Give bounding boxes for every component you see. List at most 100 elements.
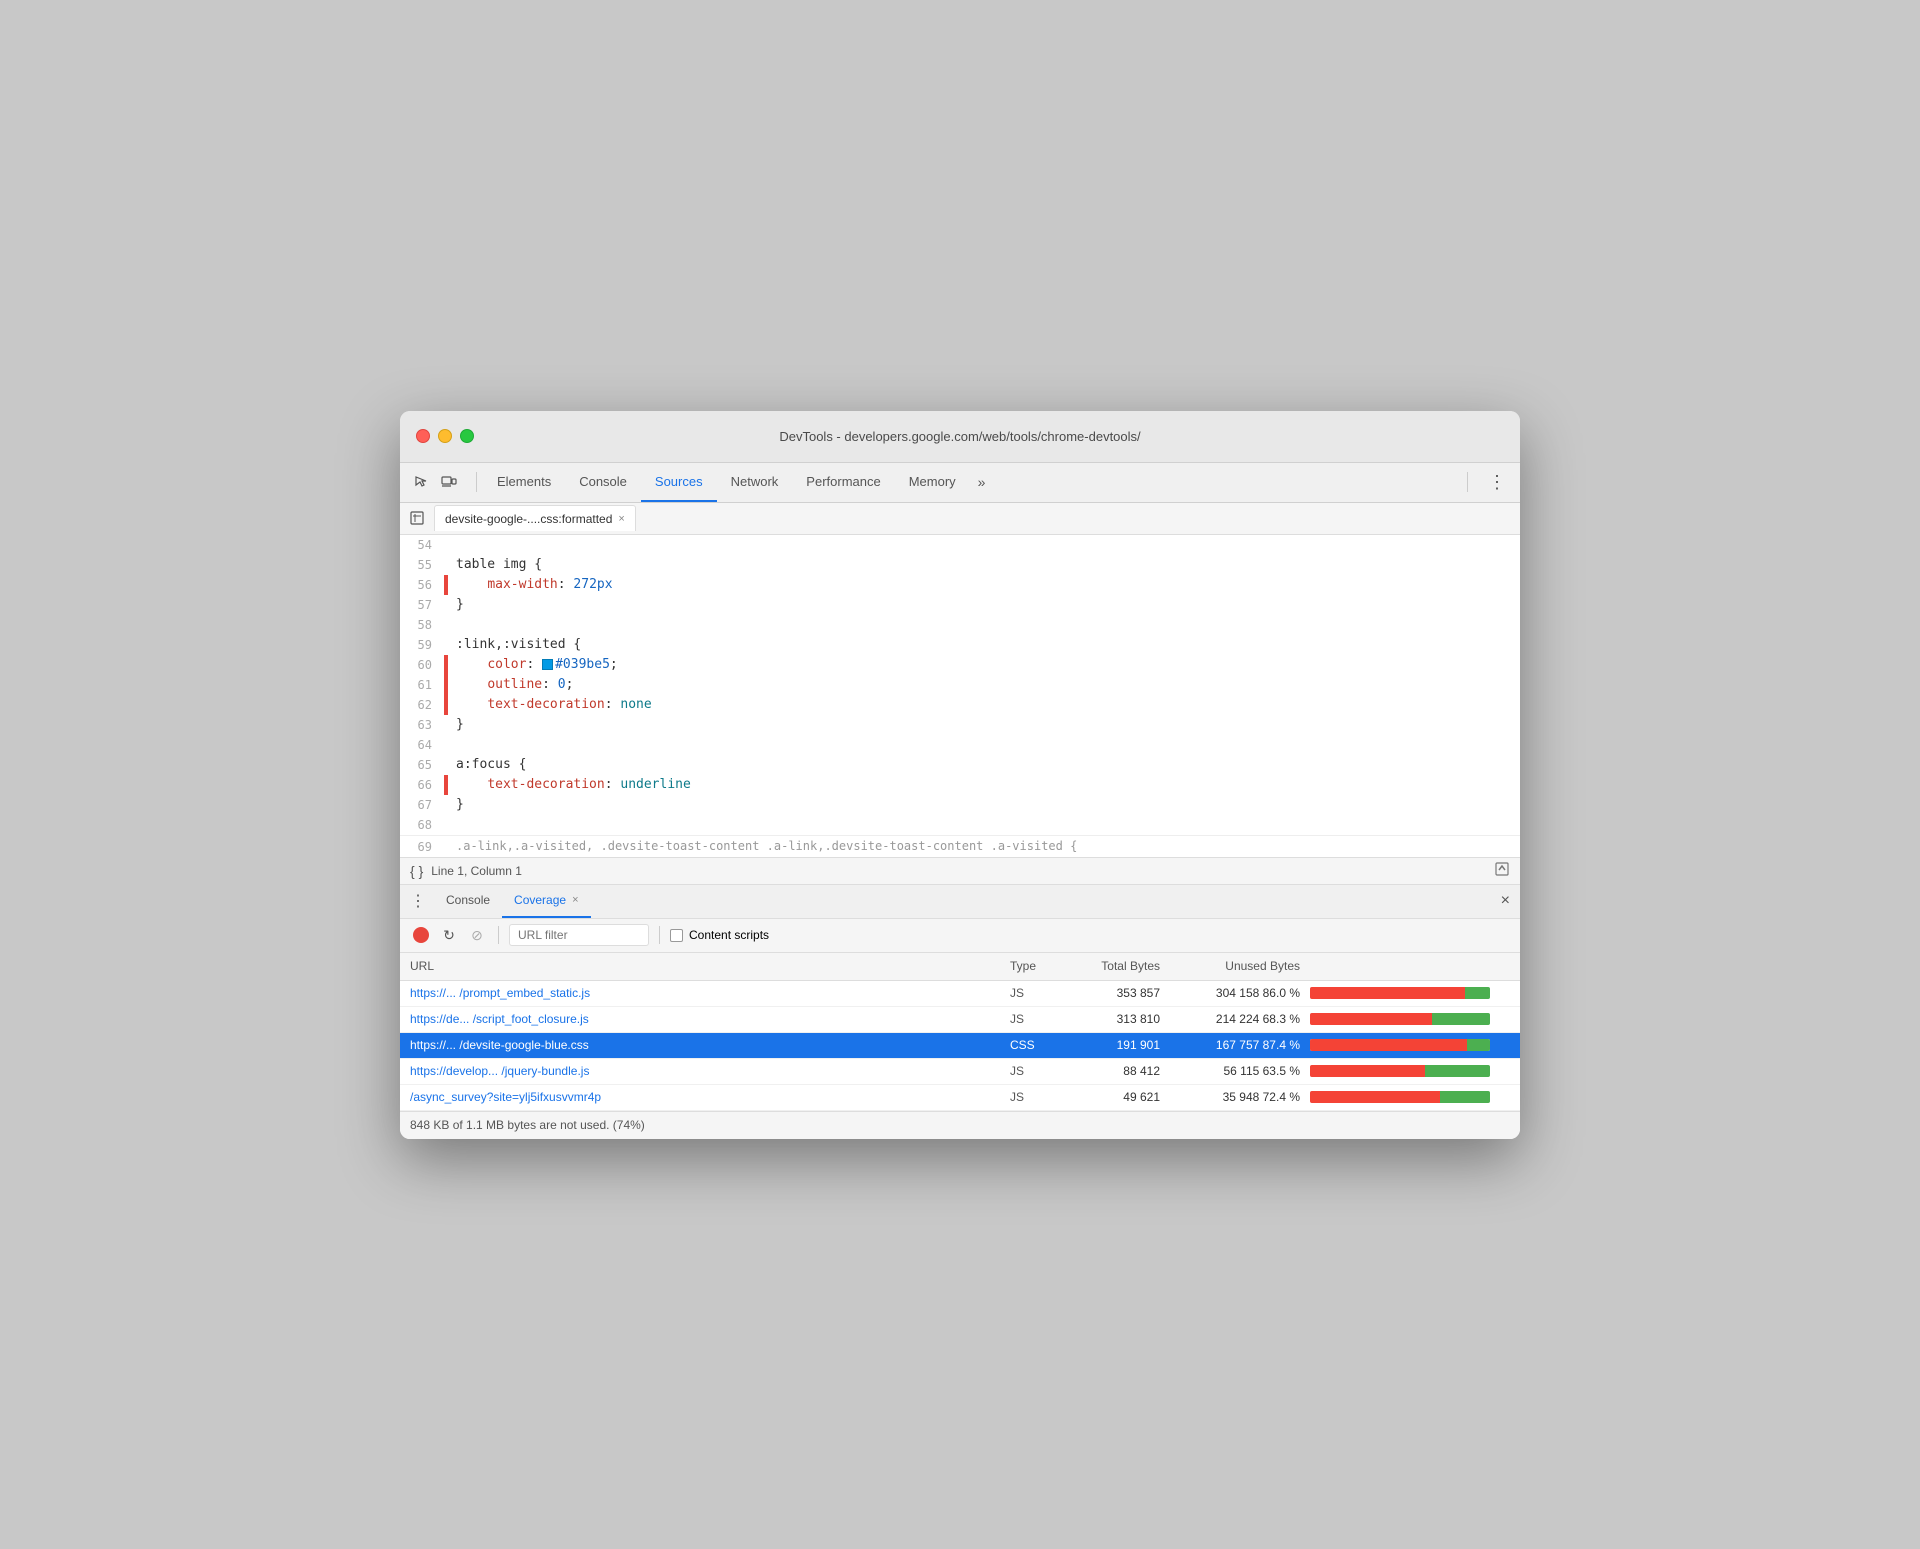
col-header-type: Type: [1010, 959, 1070, 973]
coverage-bar-used: [1465, 987, 1490, 999]
toolbar-divider-2: [659, 926, 660, 944]
coverage-bar-used: [1440, 1091, 1490, 1103]
start-recording-button[interactable]: [410, 924, 432, 946]
scroll-to-top-icon[interactable]: [1494, 861, 1510, 877]
coverage-bar-bg: [1310, 1065, 1490, 1077]
stop-icon: ⊘: [471, 927, 483, 944]
coverage-bar: [1310, 987, 1510, 999]
coverage-url: https://de... /script_foot_closure.js: [410, 1012, 1010, 1026]
close-panel-button[interactable]: ×: [1501, 892, 1510, 910]
tab-performance[interactable]: Performance: [792, 462, 894, 502]
coverage-total: 191 901: [1070, 1038, 1170, 1052]
coverage-row[interactable]: https://... /prompt_embed_static.js JS 3…: [400, 981, 1520, 1007]
tab-sources[interactable]: Sources: [641, 462, 717, 502]
coverage-bar-bg: [1310, 1091, 1490, 1103]
stop-button[interactable]: ⊘: [466, 924, 488, 946]
file-tab-css[interactable]: devsite-google-....css:formatted ×: [434, 505, 636, 531]
window-title: DevTools - developers.google.com/web/too…: [779, 429, 1140, 444]
code-line-62: 62 text-decoration: none: [400, 695, 1520, 715]
coverage-url: https://develop... /jquery-bundle.js: [410, 1064, 1010, 1078]
code-line-63: 63 }: [400, 715, 1520, 735]
main-tabbar: Elements Console Sources Network Perform…: [400, 463, 1520, 503]
coverage-bar: [1310, 1039, 1510, 1051]
coverage-bar-used: [1467, 1039, 1490, 1051]
kebab-menu-button[interactable]: ⋮: [1484, 472, 1510, 493]
code-line-67: 67 }: [400, 795, 1520, 815]
tab-divider-1: [476, 472, 477, 492]
file-tabbar: devsite-google-....css:formatted ×: [400, 503, 1520, 535]
tab-console[interactable]: Console: [565, 462, 641, 502]
code-line-60: 60 color: #039be5;: [400, 655, 1520, 675]
coverage-bar-unused: [1310, 1039, 1467, 1051]
code-line-59: 59 :link,:visited {: [400, 635, 1520, 655]
code-line-54: 54: [400, 535, 1520, 555]
code-line-61: 61 outline: 0;: [400, 675, 1520, 695]
refresh-button[interactable]: ↻: [438, 924, 460, 946]
col-header-unused: Unused Bytes: [1170, 959, 1310, 973]
coverage-bar-unused: [1310, 1065, 1425, 1077]
statusbar-right: [1494, 861, 1510, 880]
devtools-window: DevTools - developers.google.com/web/too…: [400, 411, 1520, 1139]
bottom-tab-coverage[interactable]: Coverage ×: [502, 884, 590, 918]
traffic-lights: [416, 429, 474, 443]
code-line-58: 58: [400, 615, 1520, 635]
coverage-total: 88 412: [1070, 1064, 1170, 1078]
coverage-row[interactable]: https://... /devsite-google-blue.css CSS…: [400, 1033, 1520, 1059]
coverage-type: CSS: [1010, 1038, 1070, 1052]
file-tab-close-button[interactable]: ×: [618, 513, 624, 525]
toolbar-divider: [498, 926, 499, 944]
tab-network[interactable]: Network: [717, 462, 793, 502]
coverage-rows: https://... /prompt_embed_static.js JS 3…: [400, 981, 1520, 1111]
content-scripts-area: Content scripts: [670, 928, 769, 942]
tab-divider-2: [1467, 472, 1468, 492]
tab-elements[interactable]: Elements: [483, 462, 565, 502]
coverage-type: JS: [1010, 1090, 1070, 1104]
code-line-56: 56 max-width: 272px: [400, 575, 1520, 595]
drawer-menu-button[interactable]: ⋮: [410, 893, 426, 909]
close-button[interactable]: [416, 429, 430, 443]
code-line-57: 57 }: [400, 595, 1520, 615]
tabbar-right: ⋮: [1461, 472, 1510, 493]
maximize-button[interactable]: [460, 429, 474, 443]
coverage-bar-bg: [1310, 987, 1490, 999]
code-lines: 54 55 table img { 56 max-width: 272px 57: [400, 535, 1520, 857]
close-coverage-tab[interactable]: ×: [572, 894, 578, 906]
coverage-row[interactable]: https://develop... /jquery-bundle.js JS …: [400, 1059, 1520, 1085]
bottom-panel: ⋮ Console Coverage × × ↻ ⊘: [400, 885, 1520, 1139]
coverage-bar-bg: [1310, 1013, 1490, 1025]
bottom-tab-console[interactable]: Console: [434, 884, 502, 918]
coverage-bar: [1310, 1013, 1510, 1025]
more-tabs-button[interactable]: »: [970, 474, 994, 490]
inspect-icon[interactable]: [410, 471, 432, 493]
coverage-row[interactable]: /async_survey?site=ylj5ifxusvvmr4p JS 49…: [400, 1085, 1520, 1111]
coverage-bar: [1310, 1091, 1510, 1103]
device-icon[interactable]: [438, 471, 460, 493]
coverage-bar: [1310, 1065, 1510, 1077]
coverage-row[interactable]: https://de... /script_foot_closure.js JS…: [400, 1007, 1520, 1033]
coverage-bar-used: [1425, 1065, 1490, 1077]
coverage-unused: 304 158 86.0 %: [1170, 986, 1310, 1000]
code-line-64: 64: [400, 735, 1520, 755]
cursor-position: Line 1, Column 1: [431, 864, 522, 878]
minimize-button[interactable]: [438, 429, 452, 443]
statusbar: { } Line 1, Column 1: [400, 857, 1520, 885]
content-scripts-checkbox[interactable]: [670, 929, 683, 942]
coverage-table-header: URL Type Total Bytes Unused Bytes: [400, 953, 1520, 981]
code-line-68: 68: [400, 815, 1520, 835]
code-line-65: 65 a:focus {: [400, 755, 1520, 775]
coverage-unused: 56 115 63.5 %: [1170, 1064, 1310, 1078]
refresh-icon: ↻: [443, 927, 455, 944]
coverage-total: 313 810: [1070, 1012, 1170, 1026]
tab-memory[interactable]: Memory: [895, 462, 970, 502]
coverage-url: https://... /prompt_embed_static.js: [410, 986, 1010, 1000]
coverage-url: /async_survey?site=ylj5ifxusvvmr4p: [410, 1090, 1010, 1104]
source-panel-icon: [408, 509, 426, 527]
format-icon[interactable]: { }: [410, 863, 423, 879]
bottom-tabbar: ⋮ Console Coverage × ×: [400, 885, 1520, 919]
code-editor: 54 55 table img { 56 max-width: 272px 57: [400, 535, 1520, 857]
record-icon: [413, 927, 429, 943]
coverage-type: JS: [1010, 1064, 1070, 1078]
url-filter-input[interactable]: [509, 924, 649, 946]
col-header-total: Total Bytes: [1070, 959, 1170, 973]
coverage-total: 49 621: [1070, 1090, 1170, 1104]
